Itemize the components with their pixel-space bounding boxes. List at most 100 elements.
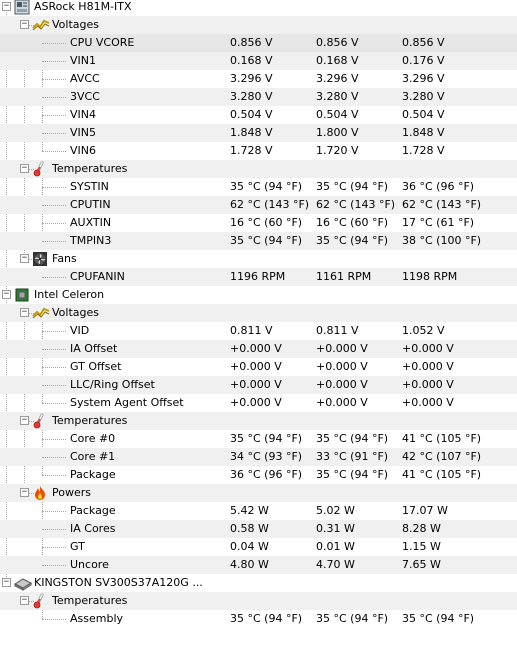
sensor-row-cputin[interactable]: CPUTIN 62 °C (143 °F) 62 °C (143 °F) 62 °C … bbox=[0, 196, 517, 214]
sensor-value: 0.58 W bbox=[230, 522, 269, 535]
sensor-row-core-0[interactable]: Core #0 35 °C (94 °F) 35 °C (94 °F) 41 °C (… bbox=[0, 430, 517, 448]
category-row-powers[interactable]: − Powers bbox=[0, 484, 517, 502]
sensor-label: Package bbox=[70, 504, 116, 517]
sensor-value: 35 °C (94 °F) bbox=[230, 234, 303, 247]
sensor-value: 16 °C (60 °F) bbox=[230, 216, 303, 229]
sensor-label: Core #0 bbox=[70, 432, 116, 445]
sensor-max: +0.000 V bbox=[402, 342, 454, 355]
collapse-toggle-icon[interactable]: − bbox=[20, 254, 29, 263]
category-row-temperatures[interactable]: − Temperatures bbox=[0, 160, 517, 178]
sensor-value: 0.04 W bbox=[230, 540, 269, 553]
tree-connector bbox=[42, 79, 66, 80]
sensor-row-systin[interactable]: SYSTIN 35 °C (94 °F) 35 °C (94 °F) 36 °C (9… bbox=[0, 178, 517, 196]
tree-connector bbox=[42, 187, 66, 188]
sensor-max: 41 °C (105 °F) bbox=[402, 468, 482, 481]
sensor-row-vin6[interactable]: VIN6 1.728 V 1.720 V 1.728 V bbox=[0, 142, 517, 160]
sensor-min: 4.70 W bbox=[316, 558, 355, 571]
sensor-row-vin1[interactable]: VIN1 0.168 V 0.168 V 0.176 V bbox=[0, 52, 517, 70]
sensor-max: 1.052 V bbox=[402, 324, 445, 337]
tree-connector bbox=[42, 223, 66, 224]
sensor-row-gt-offset[interactable]: GT Offset +0.000 V +0.000 V +0.000 V bbox=[0, 358, 517, 376]
category-row-voltages[interactable]: − Voltages bbox=[0, 304, 517, 322]
sensor-min: 1.720 V bbox=[316, 144, 359, 157]
collapse-toggle-icon[interactable]: − bbox=[2, 578, 11, 587]
device-row-intel-celeron[interactable]: − Intel Celeron bbox=[0, 286, 517, 304]
sensor-min: 35 °C (94 °F) bbox=[316, 468, 389, 481]
sensor-label: CPU VCORE bbox=[70, 36, 135, 49]
sensor-row-cpu-vcore[interactable]: CPU VCORE 0.856 V 0.856 V 0.856 V bbox=[0, 34, 517, 52]
collapse-toggle-icon[interactable]: − bbox=[20, 20, 29, 29]
sensor-row-3vcc[interactable]: 3VCC 3.280 V 3.280 V 3.280 V bbox=[0, 88, 517, 106]
sensor-row-vid[interactable]: VID 0.811 V 0.811 V 1.052 V bbox=[0, 322, 517, 340]
category-row-fans[interactable]: − Fans bbox=[0, 250, 517, 268]
collapse-toggle-icon[interactable]: − bbox=[20, 308, 29, 317]
sensor-row-vin4[interactable]: VIN4 0.504 V 0.504 V 0.504 V bbox=[0, 106, 517, 124]
sensor-label: AVCC bbox=[70, 72, 100, 85]
sensor-min: 0.01 W bbox=[316, 540, 355, 553]
sensor-max: 38 °C (100 °F) bbox=[402, 234, 482, 247]
sensor-max: 8.28 W bbox=[402, 522, 441, 535]
tree-connector bbox=[42, 511, 66, 512]
sensor-row-ia-cores[interactable]: IA Cores 0.58 W 0.31 W 8.28 W bbox=[0, 520, 517, 538]
collapse-toggle-icon[interactable]: − bbox=[20, 416, 29, 425]
device-row-asrock-h81m-itx[interactable]: − ASRock H81M-ITX bbox=[0, 0, 517, 16]
drive-icon bbox=[13, 575, 33, 591]
sensor-row-assembly[interactable]: Assembly 35 °C (94 °F) 35 °C (94 °F) 35 °C … bbox=[0, 610, 517, 628]
sensor-row-vin5[interactable]: VIN5 1.848 V 1.800 V 1.848 V bbox=[0, 124, 517, 142]
sensor-tree[interactable]: − ASRock H81M-ITX − Voltages CPU VCORE 0.856 … bbox=[0, 0, 517, 651]
sensor-row-uncore[interactable]: Uncore 4.80 W 4.70 W 7.65 W bbox=[0, 556, 517, 574]
voltages-icon bbox=[32, 17, 50, 33]
sensor-row-llc-ring-offset[interactable]: LLC/Ring Offset +0.000 V +0.000 V +0.000 V bbox=[0, 376, 517, 394]
sensor-label: VIN6 bbox=[70, 144, 96, 157]
category-row-temperatures[interactable]: − Temperatures bbox=[0, 592, 517, 610]
sensor-min: +0.000 V bbox=[316, 342, 368, 355]
sensor-label: VIN1 bbox=[70, 54, 96, 67]
sensor-min: +0.000 V bbox=[316, 360, 368, 373]
sensor-max: 35 °C (94 °F) bbox=[402, 612, 475, 625]
sensor-value: 1.728 V bbox=[230, 144, 273, 157]
sensor-max: 1198 RPM bbox=[402, 270, 458, 283]
category-row-temperatures[interactable]: − Temperatures bbox=[0, 412, 517, 430]
collapse-toggle-icon[interactable]: − bbox=[20, 488, 29, 497]
power-icon bbox=[32, 485, 48, 501]
sensor-row-ia-offset[interactable]: IA Offset +0.000 V +0.000 V +0.000 V bbox=[0, 340, 517, 358]
device-label: Intel Celeron bbox=[34, 288, 105, 301]
sensor-min: 62 °C (143 °F) bbox=[316, 198, 396, 211]
sensor-row-package[interactable]: Package 36 °C (96 °F) 35 °C (94 °F) 41 °C (… bbox=[0, 466, 517, 484]
device-row-kingston-sv300s37a120g[interactable]: − KINGSTON SV300S37A120G ... bbox=[0, 574, 517, 592]
tree-connector bbox=[42, 403, 66, 404]
sensor-max: 0.176 V bbox=[402, 54, 445, 67]
sensor-label: VIN4 bbox=[70, 108, 96, 121]
tree-connector bbox=[42, 331, 66, 332]
category-label: Temperatures bbox=[52, 594, 128, 607]
sensor-row-cpufanin[interactable]: CPUFANIN 1196 RPM 1161 RPM 1198 RPM bbox=[0, 268, 517, 286]
sensor-row-package[interactable]: Package 5.42 W 5.02 W 17.07 W bbox=[0, 502, 517, 520]
sensor-value: 3.296 V bbox=[230, 72, 273, 85]
collapse-toggle-icon[interactable]: − bbox=[20, 164, 29, 173]
sensor-min: 35 °C (94 °F) bbox=[316, 180, 389, 193]
sensor-label: 3VCC bbox=[70, 90, 100, 103]
collapse-toggle-icon[interactable]: − bbox=[2, 2, 11, 11]
sensor-value: 36 °C (96 °F) bbox=[230, 468, 303, 481]
sensor-row-tmpin3[interactable]: TMPIN3 35 °C (94 °F) 35 °C (94 °F) 38 °C (1… bbox=[0, 232, 517, 250]
sensor-row-system-agent-offset[interactable]: System Agent Offset +0.000 V +0.000 V +0.00… bbox=[0, 394, 517, 412]
collapse-toggle-icon[interactable]: − bbox=[20, 596, 29, 605]
sensor-max: 3.296 V bbox=[402, 72, 445, 85]
category-row-voltages[interactable]: − Voltages bbox=[0, 16, 517, 34]
sensor-row-core-1[interactable]: Core #1 34 °C (93 °F) 33 °C (91 °F) 42 °C (… bbox=[0, 448, 517, 466]
sensor-value: +0.000 V bbox=[230, 396, 282, 409]
sensor-value: 1196 RPM bbox=[230, 270, 286, 283]
sensor-label: VID bbox=[70, 324, 90, 337]
sensor-min: 0.504 V bbox=[316, 108, 359, 121]
sensor-row-avcc[interactable]: AVCC 3.296 V 3.296 V 3.296 V bbox=[0, 70, 517, 88]
tree-connector bbox=[42, 619, 66, 620]
sensor-row-gt[interactable]: GT 0.04 W 0.01 W 1.15 W bbox=[0, 538, 517, 556]
sensor-value: +0.000 V bbox=[230, 342, 282, 355]
sensor-min: 0.168 V bbox=[316, 54, 359, 67]
sensor-min: +0.000 V bbox=[316, 396, 368, 409]
sensor-min: 0.856 V bbox=[316, 36, 359, 49]
sensor-row-auxtin[interactable]: AUXTIN 16 °C (60 °F) 16 °C (60 °F) 17 °C (6… bbox=[0, 214, 517, 232]
sensor-max: 1.15 W bbox=[402, 540, 441, 553]
collapse-toggle-icon[interactable]: − bbox=[2, 290, 11, 299]
tree-connector bbox=[42, 367, 66, 368]
